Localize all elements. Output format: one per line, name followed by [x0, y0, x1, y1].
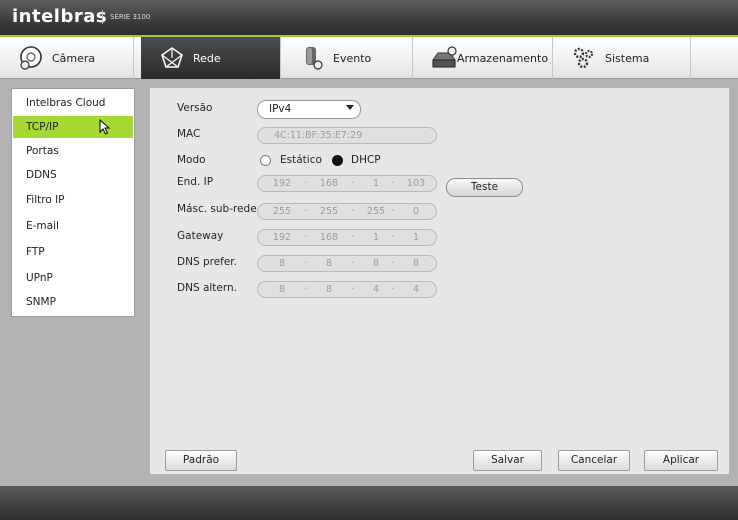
dhcp-radio[interactable]: [332, 155, 343, 166]
ip-dot: ·: [304, 178, 308, 189]
ip-octet: 0: [412, 206, 420, 217]
mac-field: 4C:11:BF:35:E7:29: [257, 127, 437, 144]
ip-octet: 8: [325, 258, 333, 269]
tab-label: Rede: [193, 51, 221, 65]
ip-dot: ·: [351, 178, 355, 189]
ip-dot: ·: [391, 258, 395, 269]
ip-octet: 8: [278, 284, 286, 295]
network-side-menu: Intelbras Cloud TCP/IP Portas DDNS Filtr…: [11, 88, 135, 317]
tab-label: Evento: [333, 51, 372, 65]
bottom-bar: [0, 486, 738, 520]
ip-version-value: IPv4: [269, 103, 292, 115]
ip-dot: ·: [304, 206, 308, 217]
tab-event[interactable]: Evento: [281, 37, 413, 79]
sidebar-item-ftp[interactable]: FTP: [13, 241, 133, 263]
ip-octet: 4: [412, 284, 420, 295]
ip-dot: ·: [391, 284, 395, 295]
tab-camera[interactable]: Câmera: [0, 37, 134, 79]
gateway-label: Gateway: [177, 230, 224, 242]
ip-octet: 168: [319, 178, 339, 189]
ip-octet: 8: [412, 258, 420, 269]
mac-label: MAC: [177, 128, 201, 140]
default-button[interactable]: Padrão: [165, 450, 237, 471]
alternate-dns-field[interactable]: 8 · 8 · 4 · 4: [257, 281, 437, 298]
sidebar-item-tcp-ip[interactable]: TCP/IP: [13, 116, 133, 138]
tab-system[interactable]: Sistema: [553, 37, 691, 79]
ip-octet: 8: [325, 284, 333, 295]
sidebar-item-intelbras-cloud[interactable]: Intelbras Cloud: [13, 92, 133, 114]
sidebar-item-ddns[interactable]: DDNS: [13, 164, 133, 186]
ip-dot: ·: [391, 178, 395, 189]
logo-divider: [102, 10, 103, 24]
sidebar-item-label: TCP/IP: [26, 121, 59, 133]
tab-label: Sistema: [605, 51, 650, 65]
tab-network[interactable]: Rede: [141, 37, 281, 79]
preferred-dns-label: DNS prefer.: [177, 256, 238, 268]
mode-label: Modo: [177, 154, 206, 166]
ip-version-select[interactable]: IPv4: [257, 100, 361, 119]
ip-dot: ·: [351, 258, 355, 269]
ip-dot: ·: [304, 284, 308, 295]
tab-label: Câmera: [52, 51, 96, 65]
ip-dot: ·: [351, 232, 355, 243]
static-radio[interactable]: [260, 155, 271, 166]
camera-icon: [18, 45, 44, 71]
alternate-dns-label: DNS altern.: [177, 282, 237, 294]
ip-dot: ·: [391, 206, 395, 217]
ip-dot: ·: [304, 258, 308, 269]
series-label: SÉRIE 3100: [110, 13, 151, 21]
ip-address-label: End. IP: [177, 176, 214, 188]
ip-octet: 255: [272, 206, 292, 217]
static-radio-label: Estático: [280, 154, 322, 166]
tab-label: Armazenamento: [457, 51, 549, 65]
apply-button[interactable]: Aplicar: [644, 450, 718, 471]
cancel-button[interactable]: Cancelar: [558, 450, 630, 471]
ip-octet: 103: [406, 178, 426, 189]
ip-address-field[interactable]: 192 · 168 · 1 · 103: [257, 175, 437, 192]
gateway-field[interactable]: 192 · 168 · 1 · 1: [257, 229, 437, 246]
sidebar-item-upnp[interactable]: UPnP: [13, 267, 133, 289]
tcp-ip-settings-panel: Versão IPv4 MAC 4C:11:BF:35:E7:29 Modo E…: [150, 88, 729, 474]
sidebar-item-ip-filter[interactable]: Filtro IP: [13, 189, 133, 211]
dhcp-radio-label: DHCP: [351, 154, 381, 166]
ip-dot: ·: [351, 284, 355, 295]
gears-icon: [571, 45, 597, 71]
subnet-mask-field[interactable]: 255 · 255 · 255 · 0: [257, 203, 437, 220]
storage-icon: [431, 45, 457, 71]
ip-octet: 192: [272, 178, 292, 189]
ip-dot: ·: [351, 206, 355, 217]
ip-octet: 8: [278, 258, 286, 269]
preferred-dns-field[interactable]: 8 · 8 · 8 · 8: [257, 255, 437, 272]
title-bar: intelbras SÉRIE 3100: [0, 0, 738, 35]
sidebar-item-email[interactable]: E-mail: [13, 215, 133, 237]
tab-storage[interactable]: Armazenamento: [413, 37, 553, 79]
ip-octet: 1: [412, 232, 420, 243]
ip-octet: 255: [319, 206, 339, 217]
sidebar-item-snmp[interactable]: SNMP: [13, 291, 133, 313]
version-label: Versão: [177, 102, 213, 114]
ip-octet: 168: [319, 232, 339, 243]
sidebar-item-ports[interactable]: Portas: [13, 140, 133, 162]
ip-dot: ·: [391, 232, 395, 243]
ip-dot: ·: [304, 232, 308, 243]
save-button[interactable]: Salvar: [473, 450, 542, 471]
chevron-down-icon: [346, 105, 354, 110]
network-icon: [159, 45, 185, 71]
test-button[interactable]: Teste: [446, 178, 523, 197]
brand-logo: intelbras: [12, 6, 108, 27]
subnet-mask-label: Másc. sub-rede: [177, 203, 257, 215]
ip-octet: 192: [272, 232, 292, 243]
main-tab-bar: Câmera Rede Evento Armazenamento Sistema: [0, 37, 738, 79]
event-icon: [299, 45, 325, 71]
